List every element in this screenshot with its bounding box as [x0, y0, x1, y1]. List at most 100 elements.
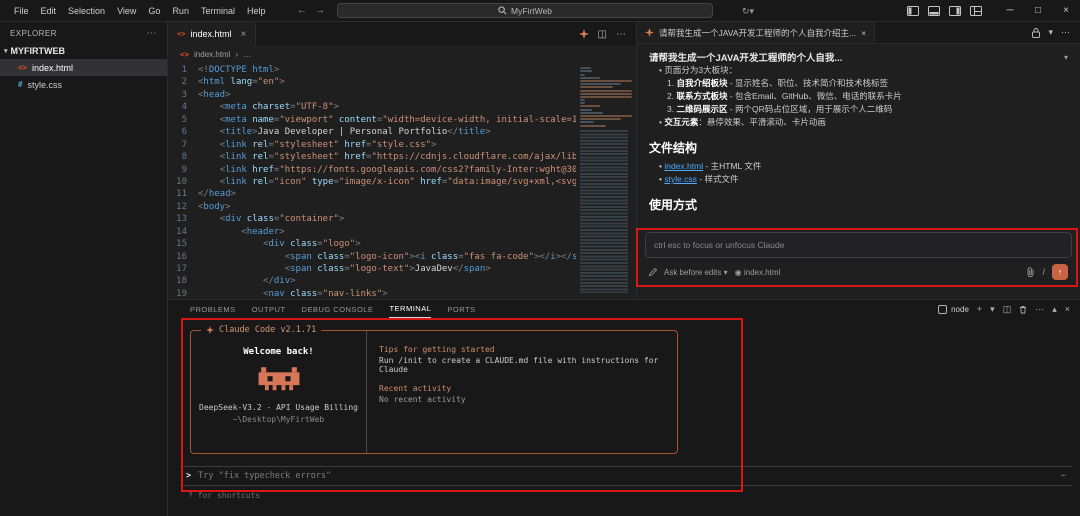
numbered-item: 2. 联系方式板块 - 包含Email、GitHub、微信、电话的联系卡片	[667, 91, 902, 101]
breadcrumb-more[interactable]: …	[243, 50, 251, 59]
context-icon: ◉	[734, 267, 742, 277]
menu-file[interactable]: File	[8, 0, 35, 22]
html-file-icon: <>	[177, 30, 186, 38]
recent-activity-line: No recent activity	[379, 395, 466, 404]
menu-selection[interactable]: Selection	[62, 0, 111, 22]
menu-go[interactable]: Go	[142, 0, 166, 22]
forward-icon[interactable]: →	[315, 5, 333, 16]
code-line: 1 <!DOCTYPE html>	[168, 64, 636, 76]
tab-index-html[interactable]: <> index.html ×	[168, 22, 257, 46]
claude-robot-icon	[256, 367, 302, 393]
context-chip[interactable]: ◉ index.html	[735, 268, 781, 277]
line-number: 15	[176, 239, 187, 250]
code-line: 12 <body>	[168, 201, 636, 213]
chevron-down-icon: ▾	[4, 48, 8, 55]
attach-icon[interactable]	[1026, 267, 1035, 277]
close-chat-tab-icon[interactable]: ×	[861, 28, 866, 38]
user-prompt-summary[interactable]: 请帮我生成一个JAVA开发工程师的个人自我... ▾	[649, 50, 1068, 65]
chevron-down-icon[interactable]: ▾	[1048, 27, 1053, 38]
panel-tab-ports[interactable]: PORTS	[447, 301, 475, 318]
chat-tab[interactable]: 请帮我生成一个JAVA开发工程师的个人自我介绍主... ×	[637, 22, 876, 43]
split-terminal-icon[interactable]: ◫	[1003, 304, 1012, 315]
file-item-index.html[interactable]: <> index.html	[0, 59, 167, 76]
chat-tab-title: 请帮我生成一个JAVA开发工程师的个人自我介绍主...	[659, 27, 857, 38]
menu-terminal[interactable]: Terminal	[195, 0, 241, 22]
prompt-placeholder: Try "fix typecheck errors"	[198, 471, 332, 481]
close-panel-icon[interactable]: ×	[1065, 304, 1070, 314]
kill-terminal-icon[interactable]	[1019, 305, 1027, 314]
command-center-search[interactable]: MyFirtWeb	[337, 3, 713, 18]
terminal-prompt-input[interactable]: > Try "fix typecheck errors" ⋯	[180, 466, 1072, 486]
back-icon[interactable]: ←	[297, 5, 315, 16]
claude-input-area: ctrl esc to focus or unfocus Claude Ask …	[645, 232, 1072, 280]
close-tab-icon[interactable]: ×	[240, 29, 246, 40]
line-number: 18	[176, 276, 187, 287]
collapse-icon[interactable]: ▾	[1064, 53, 1068, 62]
minimap[interactable]	[576, 64, 636, 299]
file-item-style.css[interactable]: # style.css	[0, 76, 167, 93]
panel-tab-debug-console[interactable]: DEBUG CONSOLE	[302, 301, 374, 318]
split-editor-icon[interactable]: ◫	[598, 29, 607, 40]
menu-view[interactable]: View	[111, 0, 142, 22]
send-button[interactable]: ↑	[1052, 264, 1068, 280]
chevron-down-icon[interactable]: ▾	[990, 304, 995, 315]
lock-icon[interactable]	[1032, 27, 1041, 38]
minimize-button[interactable]: ─	[996, 0, 1024, 22]
file-link[interactable]: index.html	[664, 161, 703, 171]
claude-spark-icon[interactable]	[578, 29, 589, 39]
tab-label: index.html	[190, 29, 232, 39]
chat-more-icon[interactable]: ⋯	[1061, 27, 1070, 38]
menu-help[interactable]: Help	[241, 0, 272, 22]
css-file-icon: #	[18, 80, 23, 89]
editor-tab-bar: <> index.html × ◫ ⋯	[168, 22, 636, 46]
toggle-secondary-sidebar-icon[interactable]	[949, 6, 961, 16]
prompt-more-icon[interactable]: ⋯	[1061, 471, 1066, 481]
send-icon: ↑	[1057, 267, 1063, 277]
search-text: MyFirtWeb	[511, 5, 552, 16]
file-structure-item: • index.html - 主HTML 文件	[659, 161, 762, 171]
maximize-button[interactable]: □	[1024, 0, 1052, 22]
line-number: 6	[181, 127, 187, 138]
line-number: 12	[176, 201, 187, 212]
recent-history-button[interactable]: ↻▾	[742, 0, 754, 22]
line-number: 10	[176, 176, 187, 187]
toggle-sidebar-icon[interactable]	[907, 6, 919, 16]
editor-more-icon[interactable]: ⋯	[616, 29, 626, 40]
folder-name: MYFIRTWEB	[10, 46, 66, 56]
panel-tab-problems[interactable]: PROBLEMS	[190, 301, 236, 318]
line-number: 4	[181, 102, 187, 113]
tips-heading: Tips for getting started	[379, 345, 495, 354]
menu-edit[interactable]: Edit	[35, 0, 63, 22]
line-number: 7	[181, 139, 187, 150]
maximize-panel-icon[interactable]: ▴	[1052, 304, 1057, 315]
close-button[interactable]: ×	[1052, 0, 1080, 22]
code-editor[interactable]: 1 <!DOCTYPE html> 2 <html lang="en"> 3 <head>…	[168, 62, 636, 299]
new-terminal-icon[interactable]: +	[977, 304, 982, 314]
terminal-view[interactable]: Claude Code v2.1.71 Welcome back! DeepSe…	[168, 325, 1080, 505]
prompt-symbol: >	[186, 471, 192, 481]
file-link[interactable]: style.css	[664, 174, 697, 184]
claude-prompt-input[interactable]: ctrl esc to focus or unfocus Claude	[645, 232, 1072, 258]
slash-commands-icon[interactable]: /	[1042, 267, 1045, 277]
panel-more-icon[interactable]: ⋯	[1035, 304, 1044, 315]
model-billing-line: DeepSeek-V3.2 - API Usage Billing	[199, 403, 358, 412]
history-icon: ↻	[742, 6, 750, 16]
menu-run[interactable]: Run	[166, 0, 195, 22]
terminal-shell-badge[interactable]: node	[938, 304, 969, 314]
explorer-more-icon[interactable]: ⋯	[147, 28, 157, 39]
panel-tab-terminal[interactable]: TERMINAL	[389, 300, 432, 318]
breadcrumb[interactable]: <> index.html › …	[168, 46, 636, 62]
customize-layout-icon[interactable]	[970, 6, 982, 16]
line-number: 13	[176, 214, 187, 225]
bottom-panel: PROBLEMS OUTPUT DEBUG CONSOLE TERMINAL PORTS…	[168, 299, 1080, 516]
explorer-title: EXPLORER	[10, 29, 57, 38]
edit-mode-select[interactable]: Ask before edits ▾	[664, 268, 728, 277]
working-directory: ~\Desktop\MyFirtWeb	[232, 415, 325, 424]
folder-myfirtweb[interactable]: ▾ MYFIRTWEB	[0, 43, 167, 59]
numbered-item: 1. 自我介绍板块 - 显示姓名、职位、技术简介和技术栈标签	[667, 78, 889, 88]
interaction-line: • 交互元素：悬停效果、平滑滚动、卡片动画	[659, 117, 826, 127]
panel-tab-output[interactable]: OUTPUT	[252, 301, 286, 318]
breadcrumb-file[interactable]: index.html	[194, 50, 230, 59]
toggle-panel-icon[interactable]	[928, 6, 940, 16]
shortcuts-hint: ? for shortcuts	[188, 491, 261, 500]
